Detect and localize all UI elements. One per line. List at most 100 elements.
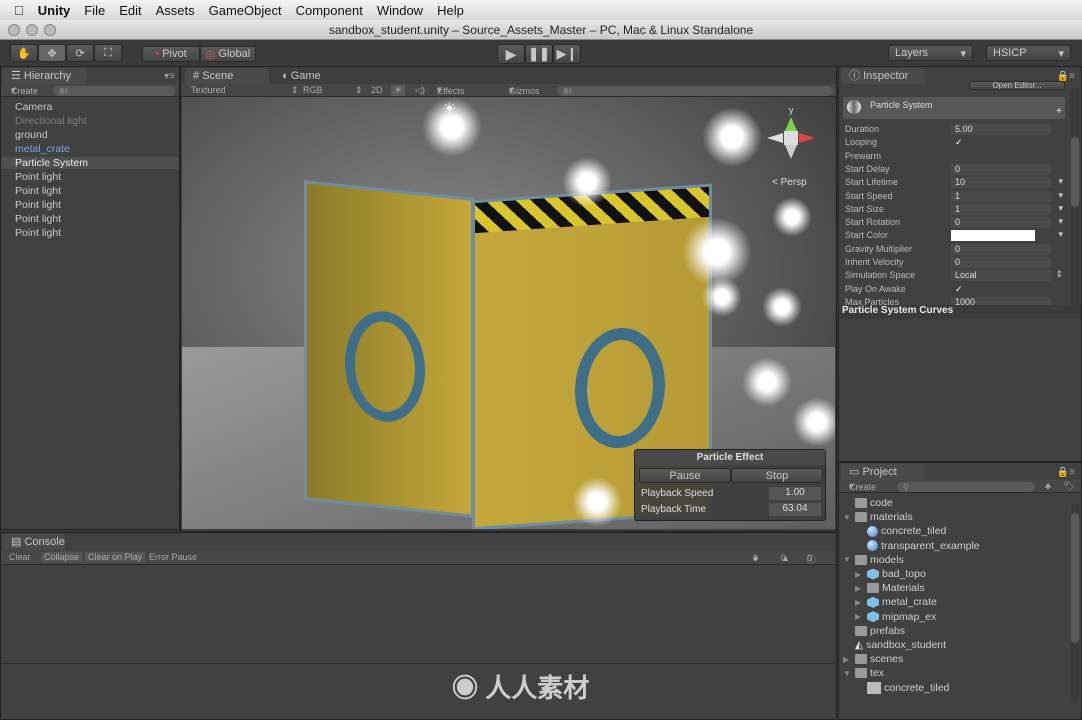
hierarchy-item[interactable]: Directional light bbox=[15, 115, 87, 127]
zoom-window-button[interactable] bbox=[44, 24, 56, 36]
layers-dropdown[interactable]: Layers ▾ bbox=[888, 45, 973, 61]
collapsed-arrow-icon[interactable]: ▶ bbox=[843, 655, 852, 664]
expanded-arrow-icon[interactable]: ▼ bbox=[843, 669, 852, 678]
y-axis-cone[interactable] bbox=[785, 117, 797, 131]
property-value[interactable]: 0 bbox=[951, 257, 1051, 268]
scene-search[interactable]: ⚲ All bbox=[557, 86, 833, 96]
rotate-tool-button[interactable]: ⟳ bbox=[66, 44, 94, 62]
expanded-arrow-icon[interactable]: ▼ bbox=[843, 555, 852, 564]
error-pause-toggle[interactable]: Error Pause bbox=[149, 552, 197, 562]
move-tool-button[interactable]: ✥ bbox=[38, 44, 66, 62]
curve-mode-dropdown-icon[interactable]: ▾ bbox=[1058, 176, 1063, 187]
lighting-toggle-icon[interactable]: ☀ bbox=[391, 85, 406, 96]
collapse-toggle[interactable]: Collapse bbox=[41, 552, 83, 562]
property-value[interactable]: 1 bbox=[951, 190, 1051, 202]
hierarchy-item[interactable]: Point light bbox=[15, 171, 61, 183]
expanded-arrow-icon[interactable]: ▼ bbox=[843, 513, 852, 522]
curve-mode-dropdown-icon[interactable]: ▾ bbox=[1058, 190, 1063, 201]
property-value[interactable] bbox=[951, 230, 1035, 242]
menu-help[interactable]: Help bbox=[437, 3, 464, 18]
hierarchy-item[interactable]: Point light bbox=[15, 199, 61, 211]
project-item[interactable]: ▼ materials bbox=[843, 511, 913, 523]
hierarchy-item[interactable]: Point light bbox=[15, 227, 61, 239]
hierarchy-item[interactable]: ground bbox=[15, 129, 48, 141]
step-button[interactable]: ▶❙ bbox=[553, 44, 581, 64]
2d-toggle[interactable]: 2D bbox=[371, 85, 383, 95]
open-editor-button[interactable]: Open Editor... bbox=[969, 81, 1065, 90]
particle-system-curves-header[interactable]: Particle System Curves bbox=[839, 305, 1081, 319]
playback-time-field[interactable]: 63.04 bbox=[769, 503, 821, 516]
scale-tool-button[interactable]: ⛶ bbox=[94, 44, 122, 62]
property-value[interactable]: 0 bbox=[951, 163, 1051, 175]
project-item[interactable]: ▼ tex bbox=[843, 667, 884, 679]
orientation-gizmo[interactable]: y bbox=[767, 105, 817, 165]
curve-mode-dropdown-icon[interactable]: ▾ bbox=[1058, 229, 1063, 240]
collapsed-arrow-icon[interactable]: ▶ bbox=[855, 570, 864, 579]
pause-button[interactable]: ❚❚ bbox=[525, 44, 553, 64]
property-value[interactable]: 5.00 bbox=[951, 124, 1051, 135]
project-item[interactable]: ▶ Materials bbox=[855, 582, 925, 594]
x-axis-cone[interactable] bbox=[799, 133, 815, 143]
collapsed-arrow-icon[interactable]: ▶ bbox=[855, 598, 864, 607]
component-header[interactable]: Particle System + bbox=[843, 97, 1065, 119]
apple-icon[interactable]:  bbox=[14, 3, 24, 18]
inspector-scrollbar[interactable] bbox=[1071, 87, 1079, 307]
project-item[interactable]: concrete_tiled bbox=[855, 525, 946, 537]
property-value[interactable] bbox=[951, 151, 1051, 162]
audio-toggle-icon[interactable]: ◁) bbox=[415, 85, 425, 96]
project-item[interactable]: transparent_example bbox=[855, 540, 980, 552]
tab-scene[interactable]: # Scene bbox=[185, 68, 269, 84]
tab-game[interactable]: ◖ Game bbox=[273, 68, 357, 84]
filter-by-label-icon[interactable]: 🏷 bbox=[1063, 481, 1074, 492]
menu-window[interactable]: Window bbox=[377, 3, 423, 18]
project-item[interactable]: ▶ metal_crate bbox=[855, 596, 937, 608]
project-item[interactable]: ◭ sandbox_student bbox=[843, 639, 946, 651]
project-item[interactable]: prefabs bbox=[843, 625, 905, 637]
project-item[interactable]: code bbox=[843, 497, 893, 509]
collapsed-arrow-icon[interactable]: ▶ bbox=[855, 584, 864, 593]
menu-component[interactable]: Component bbox=[296, 3, 363, 18]
hierarchy-item[interactable]: Camera bbox=[15, 101, 52, 113]
tab-hierarchy[interactable]: ☰ Hierarchy bbox=[3, 68, 87, 84]
directional-light-icon[interactable]: ☀ bbox=[442, 99, 456, 119]
hierarchy-item[interactable]: metal_crate bbox=[15, 143, 70, 155]
hand-tool-button[interactable]: ✋ bbox=[10, 44, 38, 62]
stop-effect-button[interactable]: Stop bbox=[731, 468, 823, 483]
project-item[interactable]: ▶ scenes bbox=[843, 653, 903, 665]
projection-label[interactable]: < Persp bbox=[772, 177, 807, 188]
z-axis-cone[interactable] bbox=[785, 145, 797, 159]
minimize-window-button[interactable] bbox=[26, 24, 38, 36]
hierarchy-item[interactable]: Particle System bbox=[1, 157, 179, 169]
tab-console[interactable]: ▤ Console bbox=[3, 534, 65, 550]
gizmo-center-cube[interactable] bbox=[784, 131, 798, 145]
close-window-button[interactable] bbox=[8, 24, 20, 36]
property-value[interactable]: 10 bbox=[951, 177, 1051, 189]
add-icon[interactable]: + bbox=[1056, 106, 1062, 117]
clear-button[interactable]: Clear bbox=[9, 552, 31, 562]
menu-unity[interactable]: Unity bbox=[38, 3, 71, 18]
menu-edit[interactable]: Edit bbox=[119, 3, 141, 18]
x-axis-cone[interactable] bbox=[767, 133, 783, 143]
layout-dropdown[interactable]: HSICP ▾ bbox=[986, 45, 1071, 61]
effects-dropdown[interactable]: Effects ▾ bbox=[437, 85, 464, 96]
render-mode-dropdown[interactable]: RGB bbox=[303, 85, 323, 95]
tab-inspector[interactable]: ⓘ Inspector bbox=[841, 68, 925, 84]
create-dropdown[interactable]: Create ▾ bbox=[11, 85, 38, 96]
property-value[interactable]: Local bbox=[951, 270, 1051, 282]
create-dropdown[interactable]: Create ▾ bbox=[849, 481, 876, 492]
property-value[interactable]: ✓ bbox=[951, 137, 1051, 148]
pivot-toggle[interactable]: ▪ Pivot bbox=[142, 46, 200, 62]
project-item[interactable]: concrete_tiled bbox=[855, 681, 949, 694]
shading-dropdown[interactable]: Textured bbox=[191, 85, 226, 95]
project-search[interactable]: ⚲ bbox=[897, 482, 1035, 492]
collapsed-arrow-icon[interactable]: ▶ bbox=[855, 612, 864, 621]
hierarchy-item[interactable]: Point light bbox=[15, 213, 61, 225]
hierarchy-item[interactable]: Point light bbox=[15, 185, 61, 197]
menu-assets[interactable]: Assets bbox=[156, 3, 195, 18]
project-item[interactable]: ▶ bad_topo bbox=[855, 568, 926, 580]
property-value[interactable]: ✓ bbox=[951, 284, 1051, 295]
project-scrollbar[interactable] bbox=[1071, 503, 1079, 703]
tab-project[interactable]: ▭ Project bbox=[841, 464, 925, 480]
property-value[interactable]: 1 bbox=[951, 203, 1051, 215]
curve-mode-dropdown-icon[interactable]: ▾ bbox=[1058, 216, 1063, 227]
